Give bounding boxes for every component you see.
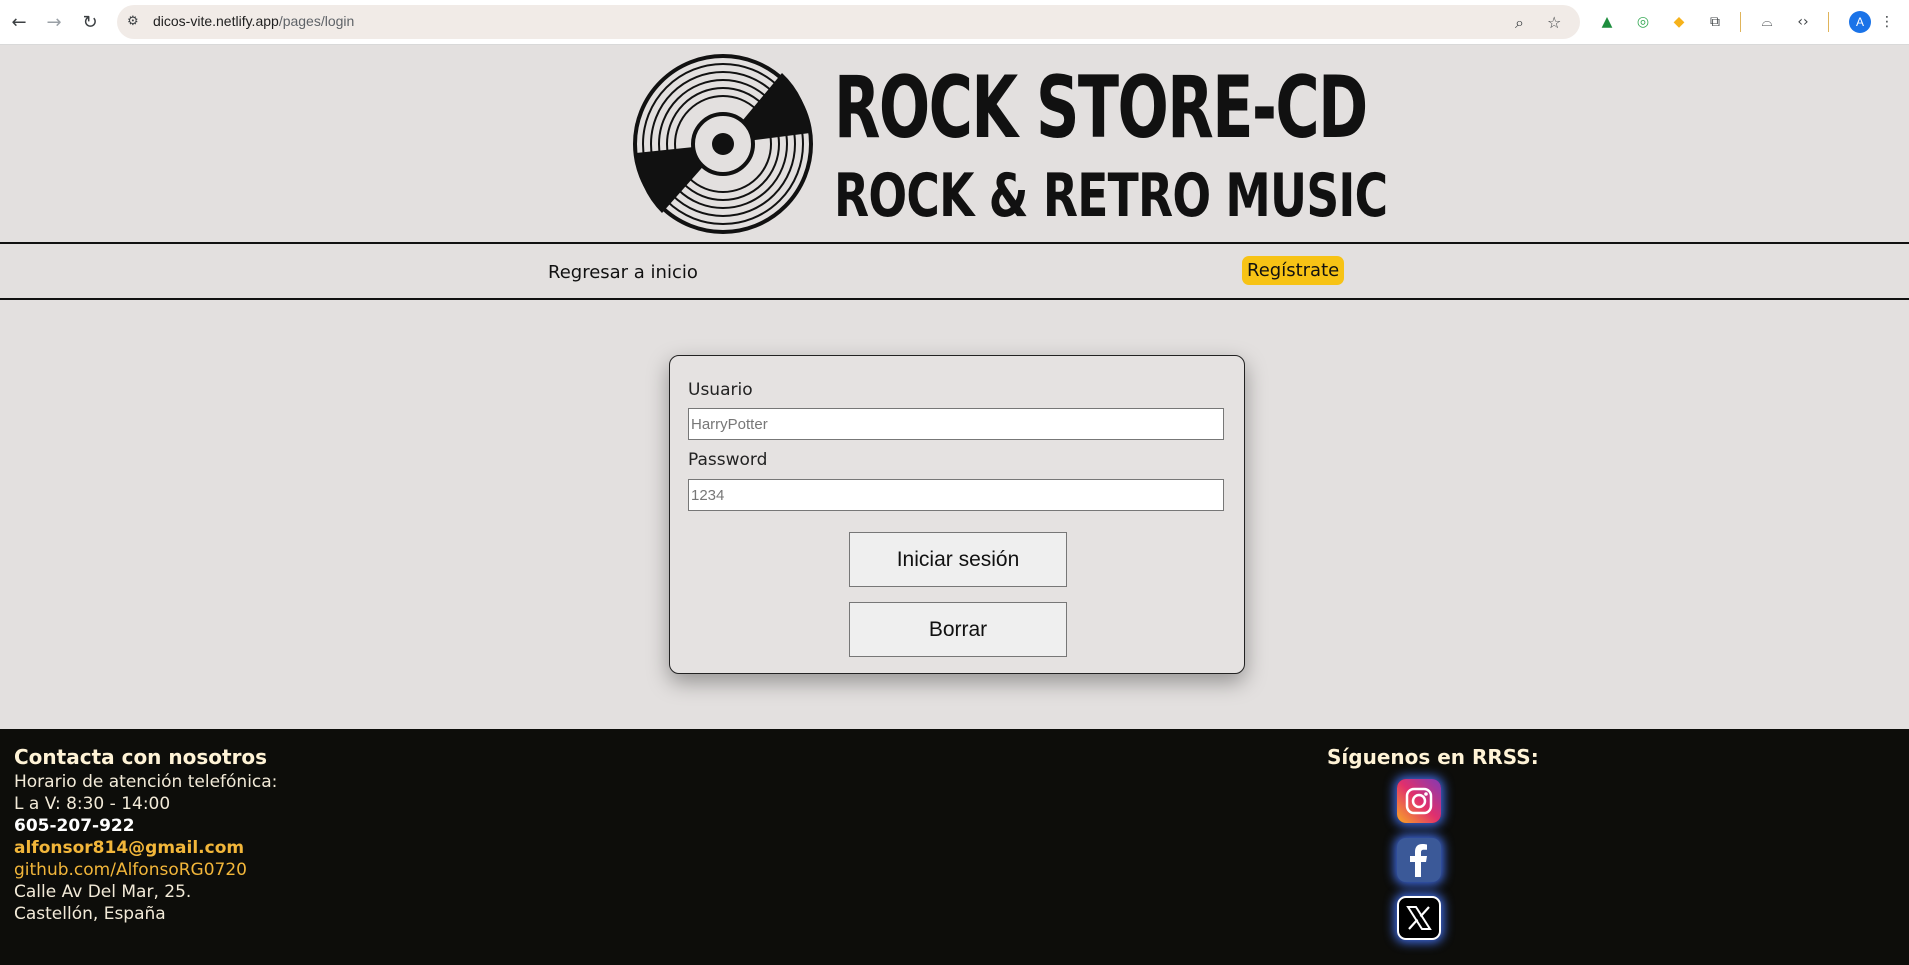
email-link[interactable]: alfonsor814@gmail.com [14, 837, 277, 859]
extensions-puzzle-icon[interactable]: ⧉ [1705, 12, 1725, 32]
menu-kebab-icon[interactable]: ⋮ [1877, 12, 1897, 32]
clear-button[interactable]: Borrar [849, 602, 1067, 657]
phone-number: 605-207-922 [14, 816, 135, 836]
x-glyph-icon [1406, 906, 1432, 930]
address-bar[interactable]: ⚙ dicos-vite.netlify.app/pages/login ⌕ ☆ [117, 5, 1580, 39]
toolbar-separator [1828, 12, 1829, 32]
back-icon[interactable]: ← [6, 9, 32, 35]
hours-value: L a V: 8:30 - 14:00 [14, 794, 171, 814]
browser-toolbar: ← → ↻ ⚙ dicos-vite.netlify.app/pages/log… [0, 0, 1909, 45]
zoom-icon[interactable]: ⌕ [1515, 13, 1524, 33]
site-info-icon[interactable]: ⚙ [127, 14, 143, 30]
contact-title: Contacta con nosotros [14, 745, 268, 769]
github-link[interactable]: github.com/AlfonsoRG0720 [14, 859, 277, 881]
bookmark-star-icon[interactable]: ☆ [1547, 13, 1561, 32]
address-line-2: Castellón, España [14, 904, 166, 924]
login-button[interactable]: Iniciar sesión [849, 532, 1067, 587]
google-drive-icon[interactable]: ▲ [1597, 12, 1617, 32]
vinyl-record-icon [633, 54, 813, 234]
toolbar-separator [1740, 12, 1741, 32]
password-input[interactable] [688, 479, 1224, 511]
url-text: dicos-vite.netlify.app/pages/login [153, 13, 355, 29]
username-input[interactable] [688, 408, 1224, 440]
contact-block: Contacta con nosotros Horario de atenció… [14, 745, 277, 925]
hours-label: Horario de atención telefónica: [14, 772, 278, 792]
facebook-glyph-icon [1410, 844, 1427, 877]
site-logo[interactable]: ROCK STORE-CD ROCK & RETRO MUSIC [632, 53, 1388, 235]
forward-icon[interactable]: → [41, 9, 67, 35]
instagram-icon[interactable] [1397, 779, 1441, 823]
login-form: Usuario Password Iniciar sesión Borrar [669, 355, 1245, 674]
home-link[interactable]: Regresar a inicio [548, 262, 698, 283]
address-line-1: Calle Av Del Mar, 25. [14, 882, 192, 902]
x-icon[interactable] [1397, 896, 1441, 940]
top-nav: Regresar a inicio Regístrate [0, 242, 1909, 300]
devtools-code-icon[interactable]: ‹› [1793, 12, 1813, 32]
logo-title: ROCK STORE-CD [834, 58, 1368, 158]
username-label: Usuario [688, 380, 753, 400]
password-label: Password [688, 450, 768, 470]
facebook-icon[interactable] [1397, 838, 1441, 882]
reload-icon[interactable]: ↻ [77, 9, 103, 35]
extension-tag-icon[interactable]: ◆ [1669, 12, 1689, 32]
site-header: ROCK STORE-CD ROCK & RETRO MUSIC [0, 45, 1909, 242]
social-title: Síguenos en RRSS: [1327, 745, 1539, 769]
extension-check-icon[interactable]: ◎ [1633, 12, 1653, 32]
instagram-glyph-icon [1405, 787, 1433, 815]
incognito-icon[interactable]: ⌓ [1757, 12, 1777, 32]
profile-avatar[interactable]: A [1849, 11, 1871, 33]
register-button[interactable]: Regístrate [1242, 256, 1345, 285]
logo-subtitle: ROCK & RETRO MUSIC [834, 161, 1388, 231]
site-footer: Contacta con nosotros Horario de atenció… [0, 729, 1909, 965]
